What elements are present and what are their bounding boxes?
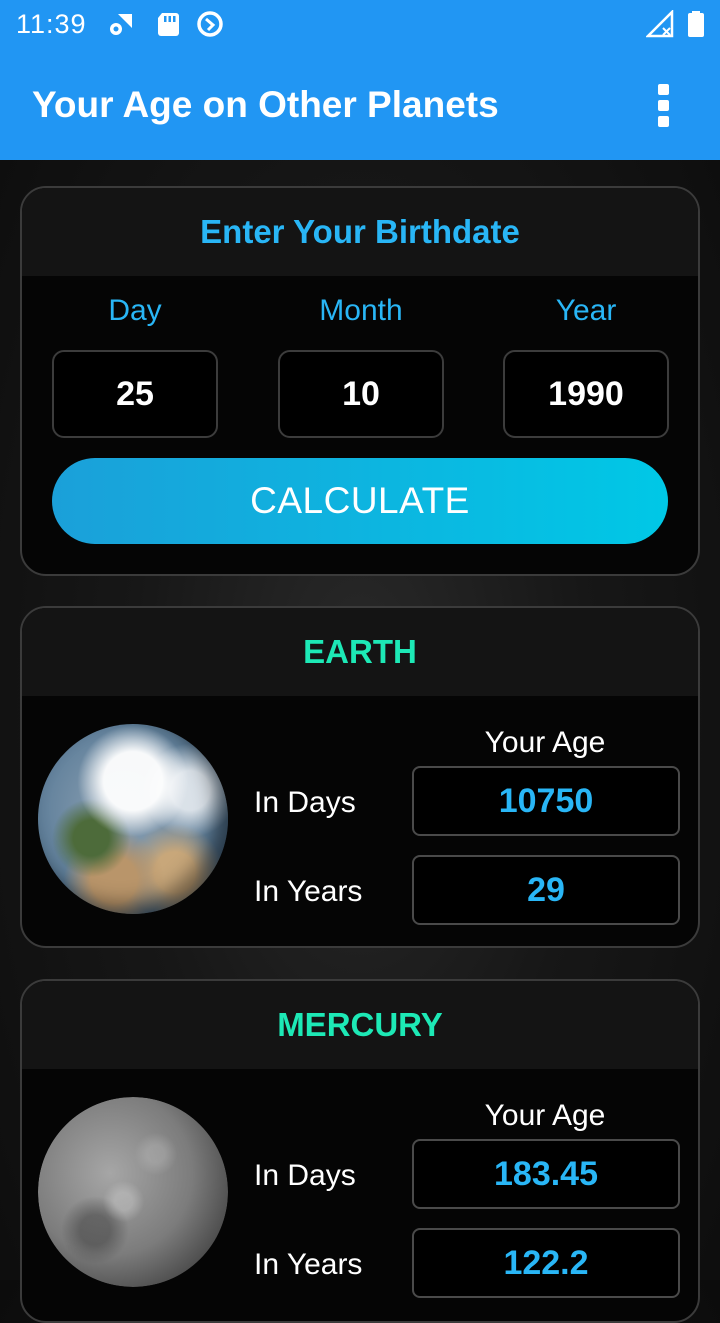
birthdate-heading: Enter Your Birthdate	[22, 188, 698, 276]
day-input[interactable]: 25	[52, 350, 218, 438]
year-column: Year 1990	[503, 286, 669, 438]
mercury-image	[38, 1097, 228, 1287]
planet-card-earth: EARTH Your Age In Days 10750 In Years 29	[20, 606, 700, 948]
day-label: Day	[108, 294, 162, 327]
app-title: Your Age on Other Planets	[32, 84, 499, 125]
planet-title: EARTH	[22, 608, 698, 696]
month-column: Month 10	[278, 286, 444, 438]
signal-icon	[646, 10, 674, 38]
year-input[interactable]: 1990	[503, 350, 669, 438]
your-age-label: Your Age	[484, 726, 606, 759]
in-days-label: In Days	[254, 1159, 356, 1192]
day-column: Day 25	[52, 286, 218, 438]
in-years-label: In Years	[254, 1248, 363, 1281]
app-bar: Your Age on Other Planets	[0, 50, 720, 160]
more-vert-icon[interactable]	[648, 80, 680, 128]
planet-title: MERCURY	[22, 981, 698, 1069]
age-years-value: 122.2	[412, 1228, 680, 1298]
vpn-icon	[197, 11, 223, 37]
birthdate-card: Enter Your Birthdate Day 25 Month 10 Yea…	[20, 186, 700, 576]
in-days-label: In Days	[254, 786, 356, 819]
your-age-label: Your Age	[484, 1099, 606, 1132]
battery-icon	[688, 11, 704, 37]
sd-card-icon	[158, 13, 179, 36]
settings-wifi-icon	[110, 14, 132, 35]
status-bar: 11:39	[0, 0, 720, 50]
age-years-value: 29	[412, 855, 680, 925]
planet-card-mercury: MERCURY Your Age In Days 183.45 In Years…	[20, 979, 700, 1323]
earth-image	[38, 724, 228, 914]
year-label: Year	[555, 294, 617, 327]
age-days-value: 10750	[412, 766, 680, 836]
month-input[interactable]: 10	[278, 350, 444, 438]
status-time: 11:39	[16, 9, 87, 39]
month-label: Month	[319, 294, 403, 327]
age-days-value: 183.45	[412, 1139, 680, 1209]
in-years-label: In Years	[254, 875, 363, 908]
calculate-button[interactable]: CALCULATE	[52, 458, 668, 544]
